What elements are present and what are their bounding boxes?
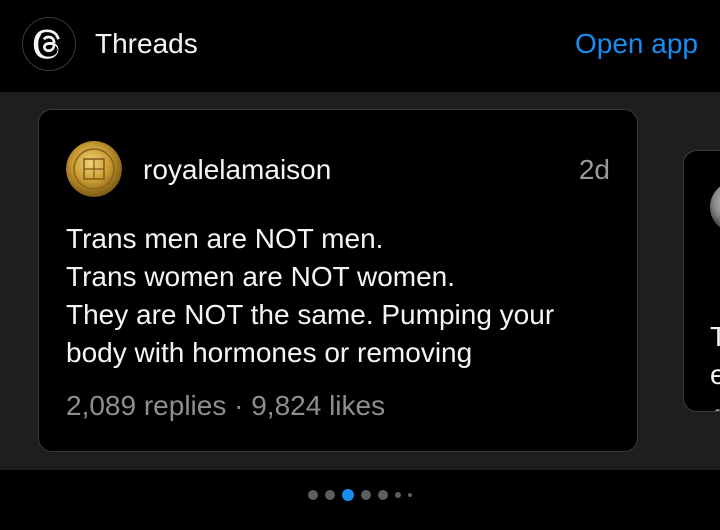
open-app-button[interactable]: Open app [575,28,698,60]
post-text-line: Trans women are NOT women. [66,261,456,292]
post-timestamp: 2d [578,154,610,185]
avatar[interactable] [66,141,122,197]
pagination-dots[interactable] [0,489,720,501]
next-post-stats-fragment: 1 [710,403,720,411]
threads-logo-icon[interactable] [22,17,76,71]
pagination-dot[interactable] [361,490,371,500]
top-bar: Threads Open app [0,0,720,92]
post-stats: 2,089 replies · 9,824 likes [66,390,385,422]
pagination-dot[interactable] [395,492,401,498]
post-card[interactable]: royalelamaison 2d Trans men are NOT men.… [38,109,638,452]
gold-coin-avatar-icon [66,141,122,197]
replies-count[interactable]: 2,089 replies [66,390,226,421]
carousel-footer [0,470,720,530]
app-title: Threads [95,28,198,59]
next-post-card[interactable]: T e 1 [683,150,720,412]
pagination-dot[interactable] [378,490,388,500]
post-text-line: They are NOT the same. Pumping your [66,299,555,330]
avatar[interactable] [710,181,720,233]
stats-separator: · [234,390,244,421]
pagination-dot[interactable] [408,493,412,497]
likes-count[interactable]: 9,824 likes [251,390,385,421]
pagination-dot-active[interactable] [342,489,354,501]
next-post-text-fragment: T [710,321,720,353]
pagination-dot[interactable] [325,490,335,500]
next-post-text-fragment: e [710,359,720,391]
post-text-line: body with hormones or removing [66,337,473,368]
post-carousel[interactable]: royalelamaison 2d Trans men are NOT men.… [0,92,720,470]
post-username[interactable]: royalelamaison [143,154,331,186]
post-text-line: Trans men are NOT men. [66,223,384,254]
pagination-dot[interactable] [308,490,318,500]
post-text: Trans men are NOT men. Trans women are N… [66,220,626,372]
